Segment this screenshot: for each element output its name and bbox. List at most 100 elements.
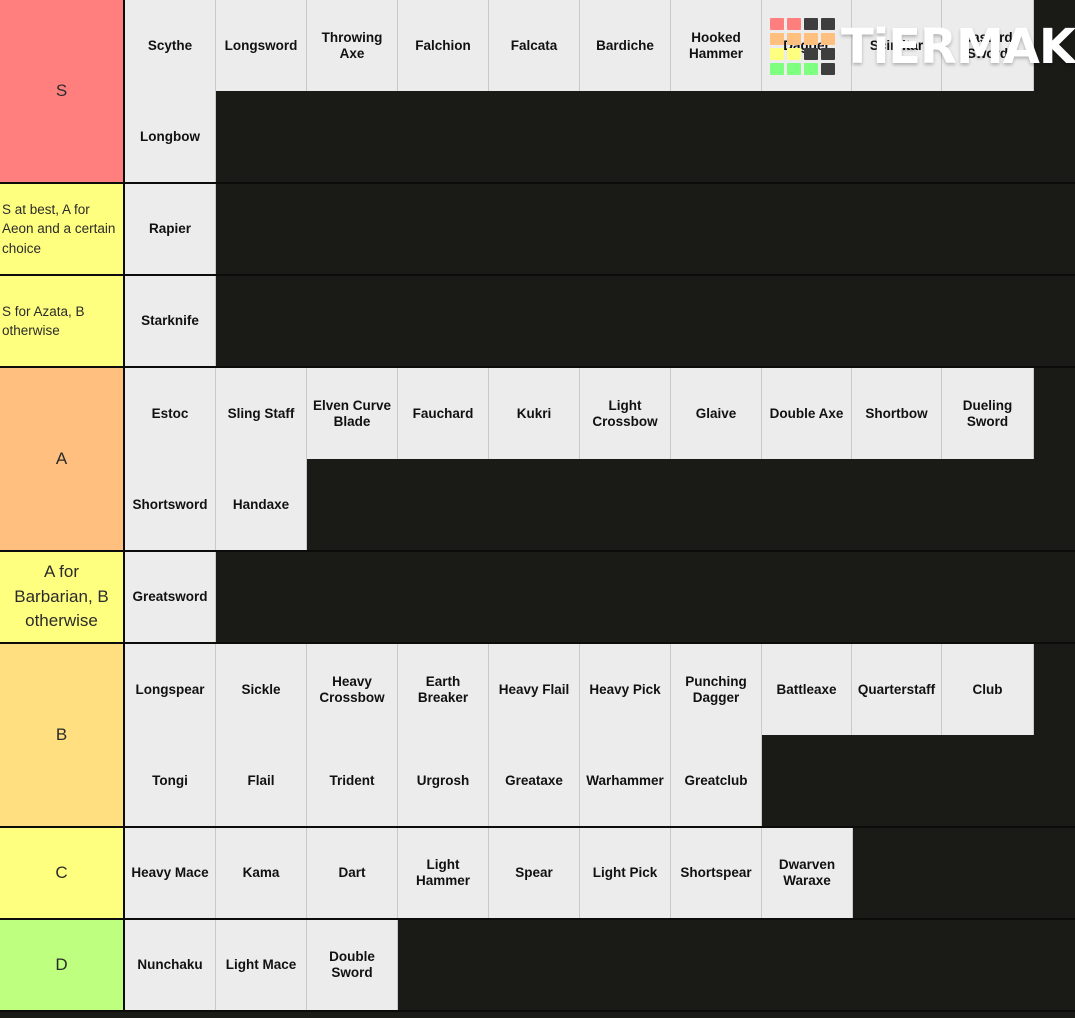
tier-row: A for Barbarian, B otherwise Greatsword	[0, 552, 1075, 644]
tier-label[interactable]: S	[0, 0, 125, 182]
tier-row: A Estoc Sling Staff Elven Curve Blade Faucha…	[0, 368, 1075, 552]
tier-items-container: Estoc Sling Staff Elven Curve Blade Fauchar…	[125, 368, 1075, 550]
tier-item[interactable]: Shortspear	[671, 828, 762, 918]
tier-item[interactable]: Light Mace	[216, 920, 307, 1010]
tier-item[interactable]: Longspear	[125, 644, 216, 735]
tier-label[interactable]: A for Barbarian, B otherwise	[0, 552, 125, 642]
tier-item[interactable]: Falcata	[489, 0, 580, 91]
tier-item-line: Estoc Sling Staff Elven Curve Blade Fauchar…	[125, 368, 1075, 459]
tier-item[interactable]: Shortsword	[125, 459, 216, 550]
tier-label[interactable]: A	[0, 368, 125, 550]
tier-item[interactable]: Battleaxe	[762, 644, 852, 735]
tier-item[interactable]: Falchion	[398, 0, 489, 91]
tier-label[interactable]: B	[0, 644, 125, 826]
empty-slot-area[interactable]	[398, 920, 1075, 1010]
tier-item[interactable]: Spear	[489, 828, 580, 918]
tier-label[interactable]: S for Azata, B otherwise	[0, 276, 125, 366]
tier-item[interactable]: Dagger	[762, 0, 852, 91]
tier-items-container: Greatsword	[125, 552, 1075, 642]
tier-item[interactable]: Estoc	[125, 368, 216, 459]
tier-item[interactable]: Dueling Sword	[942, 368, 1034, 459]
tier-item[interactable]: Urgrosh	[398, 735, 489, 826]
tier-item[interactable]: Glaive	[671, 368, 762, 459]
empty-slot-area[interactable]	[307, 459, 1075, 550]
empty-slot-area[interactable]	[216, 276, 1075, 366]
tier-label[interactable]: D	[0, 920, 125, 1010]
tier-item[interactable]: Nunchaku	[125, 920, 216, 1010]
tier-item[interactable]: Flail	[216, 735, 307, 826]
tier-item[interactable]: Heavy Mace	[125, 828, 216, 918]
tier-item[interactable]: Dart	[307, 828, 398, 918]
tier-items-container: Heavy Mace Kama Dart Light Hammer Spear Light…	[125, 828, 1075, 918]
tier-item[interactable]: Greataxe	[489, 735, 580, 826]
tier-row: S at best, A for Aeon and a certain choi…	[0, 184, 1075, 276]
tier-item[interactable]: Club	[942, 644, 1034, 735]
tier-items-container: Nunchaku Light Mace Double Sword	[125, 920, 1075, 1010]
tier-item[interactable]: Starknife	[125, 276, 216, 366]
tier-item-line: Tongi Flail Trident Urgrosh Greataxe Warhamme…	[125, 735, 1075, 826]
empty-slot-area[interactable]	[216, 91, 1075, 182]
tier-item[interactable]: Trident	[307, 735, 398, 826]
tier-row: C Heavy Mace Kama Dart Light Hammer Spear Ligh…	[0, 828, 1075, 920]
tier-item[interactable]: Hooked Hammer	[671, 0, 762, 91]
tier-item[interactable]: Heavy Crossbow	[307, 644, 398, 735]
tier-item[interactable]: Tongi	[125, 735, 216, 826]
tier-item[interactable]: Fauchard	[398, 368, 489, 459]
tier-item[interactable]: Elven Curve Blade	[307, 368, 398, 459]
tier-items-container: Longspear Sickle Heavy Crossbow Earth Break…	[125, 644, 1075, 826]
tier-item[interactable]: Rapier	[125, 184, 216, 274]
tier-item[interactable]: Handaxe	[216, 459, 307, 550]
tier-item-line: Scythe Longsword Throwing Axe Falchion Falca…	[125, 0, 1075, 91]
tier-item[interactable]: Scimitar	[852, 0, 942, 91]
tier-item-line: Starknife	[125, 276, 1075, 366]
empty-slot-area[interactable]	[1034, 368, 1075, 459]
empty-slot-area[interactable]	[853, 828, 1075, 918]
tier-items-container: Starknife	[125, 276, 1075, 366]
tier-item[interactable]: Punching Dagger	[671, 644, 762, 735]
empty-slot-area[interactable]	[1034, 644, 1075, 735]
tier-item[interactable]: Longsword	[216, 0, 307, 91]
tier-row: S Scythe Longsword Throwing Axe Falchion Falc…	[0, 0, 1075, 184]
tier-item-line: Greatsword	[125, 552, 1075, 642]
empty-slot-area[interactable]	[216, 552, 1075, 642]
tier-item[interactable]: Scythe	[125, 0, 216, 91]
tier-row: B Longspear Sickle Heavy Crossbow Earth Brea…	[0, 644, 1075, 828]
empty-slot-area[interactable]	[762, 735, 1075, 826]
tier-item-line: Longbow	[125, 91, 1075, 182]
tier-item[interactable]: Greatsword	[125, 552, 216, 642]
tier-items-container: Rapier	[125, 184, 1075, 274]
tier-item[interactable]: Quarterstaff	[852, 644, 942, 735]
tier-item[interactable]: Sickle	[216, 644, 307, 735]
tier-item[interactable]: Double Axe	[762, 368, 852, 459]
tier-label[interactable]: C	[0, 828, 125, 918]
empty-slot-area[interactable]	[1034, 0, 1075, 91]
tier-item[interactable]: Longbow	[125, 91, 216, 182]
tier-item[interactable]: Heavy Flail	[489, 644, 580, 735]
tier-item[interactable]: Warhammer	[580, 735, 671, 826]
tier-label[interactable]: S at best, A for Aeon and a certain choi…	[0, 184, 125, 274]
tier-item-line: Shortsword Handaxe	[125, 459, 1075, 550]
tier-item[interactable]: Light Crossbow	[580, 368, 671, 459]
tier-item[interactable]: Kama	[216, 828, 307, 918]
tier-item[interactable]: Bastard Sword	[942, 0, 1034, 91]
tier-row: D Nunchaku Light Mace Double Sword	[0, 920, 1075, 1012]
tier-item-line: Heavy Mace Kama Dart Light Hammer Spear Light…	[125, 828, 1075, 918]
tier-item[interactable]: Earth Breaker	[398, 644, 489, 735]
tier-item[interactable]: Dwarven Waraxe	[762, 828, 853, 918]
tier-item[interactable]: Bardiche	[580, 0, 671, 91]
tier-item[interactable]: Throwing Axe	[307, 0, 398, 91]
empty-slot-area[interactable]	[216, 184, 1075, 274]
tier-item[interactable]: Heavy Pick	[580, 644, 671, 735]
tier-item[interactable]: Light Pick	[580, 828, 671, 918]
tier-list: S Scythe Longsword Throwing Axe Falchion Falc…	[0, 0, 1075, 1018]
tier-item-line: Rapier	[125, 184, 1075, 274]
tier-item[interactable]: Light Hammer	[398, 828, 489, 918]
tier-item-line: Nunchaku Light Mace Double Sword	[125, 920, 1075, 1010]
tier-item[interactable]: Greatclub	[671, 735, 762, 826]
tier-item[interactable]: Sling Staff	[216, 368, 307, 459]
tier-items-container: Scythe Longsword Throwing Axe Falchion Falca…	[125, 0, 1075, 182]
tier-item[interactable]: Shortbow	[852, 368, 942, 459]
tier-row: S for Azata, B otherwise Starknife	[0, 276, 1075, 368]
tier-item[interactable]: Kukri	[489, 368, 580, 459]
tier-item[interactable]: Double Sword	[307, 920, 398, 1010]
